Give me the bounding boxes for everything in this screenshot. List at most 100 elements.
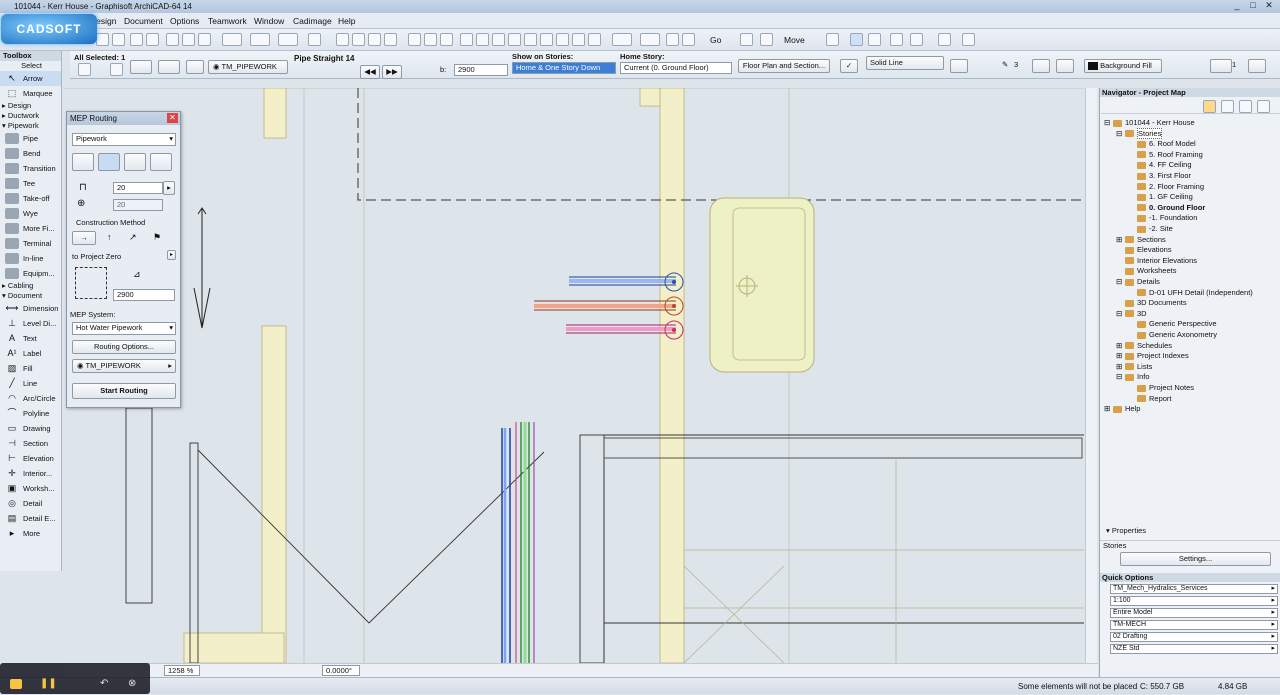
view-map-icon[interactable] (1221, 100, 1234, 113)
tree-item[interactable]: Report (1128, 394, 1172, 405)
group-design[interactable]: ▸ Design (0, 101, 61, 111)
checkmark-icon[interactable]: ✓ (840, 59, 858, 73)
go-menu[interactable]: Go (710, 33, 721, 47)
route-tee-icon[interactable] (98, 153, 120, 171)
tree-item[interactable]: 6. Roof Model (1128, 139, 1196, 150)
orbit-icon[interactable] (740, 33, 753, 46)
quick-option-select[interactable]: TM-MECH ▸ (1110, 620, 1278, 630)
tool-level-di[interactable]: ⊥ Level Di... (0, 316, 61, 331)
tree-item[interactable]: Generic Axonometry (1128, 330, 1217, 341)
expand-icon[interactable]: ▸ (167, 250, 176, 260)
mep-settings-icon[interactable] (962, 33, 975, 46)
cable-view-icon[interactable] (890, 33, 903, 46)
line-type-select[interactable]: Solid Line (866, 56, 944, 70)
quick-option-select[interactable]: Entire Model ▸ (1110, 608, 1278, 618)
tool-wye[interactable]: Wye (0, 206, 61, 221)
tool-dimension[interactable]: ⟷ Dimension (0, 301, 61, 316)
mep-system-select[interactable]: Hot Water Pipework ▾ (72, 322, 176, 335)
intersect-icon[interactable] (492, 33, 505, 46)
height-field[interactable]: 20 (113, 199, 163, 211)
play-icon[interactable]: ▸ (163, 181, 175, 195)
tool-line[interactable]: ╱ Line (0, 376, 61, 391)
menu-teamwork[interactable]: Teamwork (208, 13, 247, 29)
group-document[interactable]: ▾ Document (0, 291, 61, 301)
start-routing-button[interactable]: Start Routing (72, 383, 176, 399)
pipe-settings-icon[interactable] (78, 63, 91, 76)
offset-field[interactable]: 2900 (113, 289, 175, 301)
eraser-icon[interactable] (130, 60, 152, 74)
pan-icon[interactable] (826, 33, 839, 46)
tool-pipe[interactable]: Pipe (0, 131, 61, 146)
tree-item[interactable]: 1. GF Ceiling (1128, 192, 1193, 203)
override-icon[interactable] (1056, 59, 1074, 73)
tree-item[interactable]: 4. FF Ceiling (1128, 160, 1192, 171)
menu-cadimage[interactable]: Cadimage (293, 13, 332, 29)
minimize-button[interactable]: _ (1230, 0, 1244, 11)
fillet-icon[interactable] (508, 33, 521, 46)
method-vertical-icon[interactable]: ↑ (107, 232, 112, 242)
surface-icon[interactable] (1210, 59, 1232, 73)
tool-transition[interactable]: Transition (0, 161, 61, 176)
method-slope-icon[interactable]: ↗ (129, 232, 137, 243)
settings-button[interactable]: Settings... (1120, 552, 1271, 566)
layout-view-icon[interactable] (682, 33, 695, 46)
walk-icon[interactable] (760, 33, 773, 46)
duct-view-icon[interactable] (868, 33, 881, 46)
reshape-icon[interactable] (556, 33, 569, 46)
layer-selector[interactable]: ◉ TM_PIPEWORK (208, 60, 288, 74)
tool-in-line[interactable]: In-line (0, 251, 61, 266)
group-icon[interactable] (440, 33, 453, 46)
method-horizontal-icon[interactable]: → (72, 231, 96, 245)
tool-section[interactable]: ⊣ Section (0, 436, 61, 451)
tree-item[interactable]: ⊞ Lists (1116, 362, 1152, 373)
pipe-view-icon[interactable] (850, 33, 863, 46)
open-icon[interactable] (96, 33, 109, 46)
tool-arc-circle[interactable]: ◠ Arc/Circle (0, 391, 61, 406)
save-icon[interactable] (112, 33, 125, 46)
expander-icon[interactable]: ⊞ (1116, 362, 1125, 373)
zoom-field[interactable]: 1258 % (164, 665, 200, 676)
tree-item[interactable]: D-01 UFH Detail (Independent) (1128, 288, 1253, 299)
expander-icon[interactable]: ⊟ (1104, 118, 1113, 129)
tree-item[interactable]: 5. Roof Framing (1128, 150, 1203, 161)
group-pipework[interactable]: ▾ Pipework (0, 121, 61, 131)
tree-item[interactable]: ⊟ Stories (1116, 127, 1163, 140)
view-toggle-icon[interactable] (950, 59, 968, 73)
tree-item[interactable]: 3. First Floor (1128, 171, 1191, 182)
tree-item[interactable]: ⊟ 3D (1116, 309, 1147, 320)
pen-color-icon[interactable] (1032, 59, 1050, 73)
pause-icon[interactable]: ❚❚ (40, 679, 57, 689)
next-icon[interactable]: ▶▶ (382, 65, 402, 79)
tool-drawing[interactable]: ▭ Drawing (0, 421, 61, 436)
floor-plan-section-button[interactable]: Floor Plan and Section... (738, 59, 830, 73)
redo-icon[interactable] (146, 33, 159, 46)
expander-icon[interactable]: ⊞ (1116, 341, 1125, 352)
material-icon[interactable] (1248, 59, 1266, 73)
angle-field[interactable]: 0.0000° (322, 665, 360, 676)
menu-window[interactable]: Window (254, 13, 284, 29)
system-type-select[interactable]: Pipework ▾ (72, 133, 176, 146)
tree-item[interactable]: -1. Foundation (1128, 213, 1197, 224)
tree-item[interactable]: ⊟ Info (1116, 372, 1150, 383)
split-icon[interactable] (460, 33, 473, 46)
expander-icon[interactable]: ⊟ (1116, 309, 1125, 320)
tool-bend[interactable]: Bend (0, 146, 61, 161)
floor-plan-view-icon[interactable] (612, 33, 632, 46)
magic-wand-icon[interactable] (572, 33, 585, 46)
routing-options-button[interactable]: Routing Options... (72, 340, 176, 354)
grid-snap-icon[interactable] (308, 33, 321, 46)
tool-more[interactable]: ▸ More (0, 526, 61, 541)
offset-icon[interactable] (524, 33, 537, 46)
geometry-method-icon[interactable] (110, 63, 123, 76)
tree-item[interactable]: ⊞ Help (1104, 404, 1140, 415)
tool-detail-e[interactable]: ▤ Detail E... (0, 511, 61, 526)
group-ductwork[interactable]: ▸ Ductwork (0, 111, 61, 121)
fill-select[interactable]: Background Fill (1084, 59, 1162, 73)
tool-elevation[interactable]: ⊢ Elevation (0, 451, 61, 466)
tree-item[interactable]: ⊟ Details (1116, 277, 1160, 288)
properties-header[interactable]: ▾ Properties (1100, 524, 1280, 537)
width-field[interactable]: 20 (113, 182, 163, 194)
tree-item[interactable]: -2. Site (1128, 224, 1173, 235)
tree-item[interactable]: 2. Floor Framing (1128, 182, 1204, 193)
home-story-select[interactable]: Current (0. Ground Floor) (620, 62, 732, 74)
